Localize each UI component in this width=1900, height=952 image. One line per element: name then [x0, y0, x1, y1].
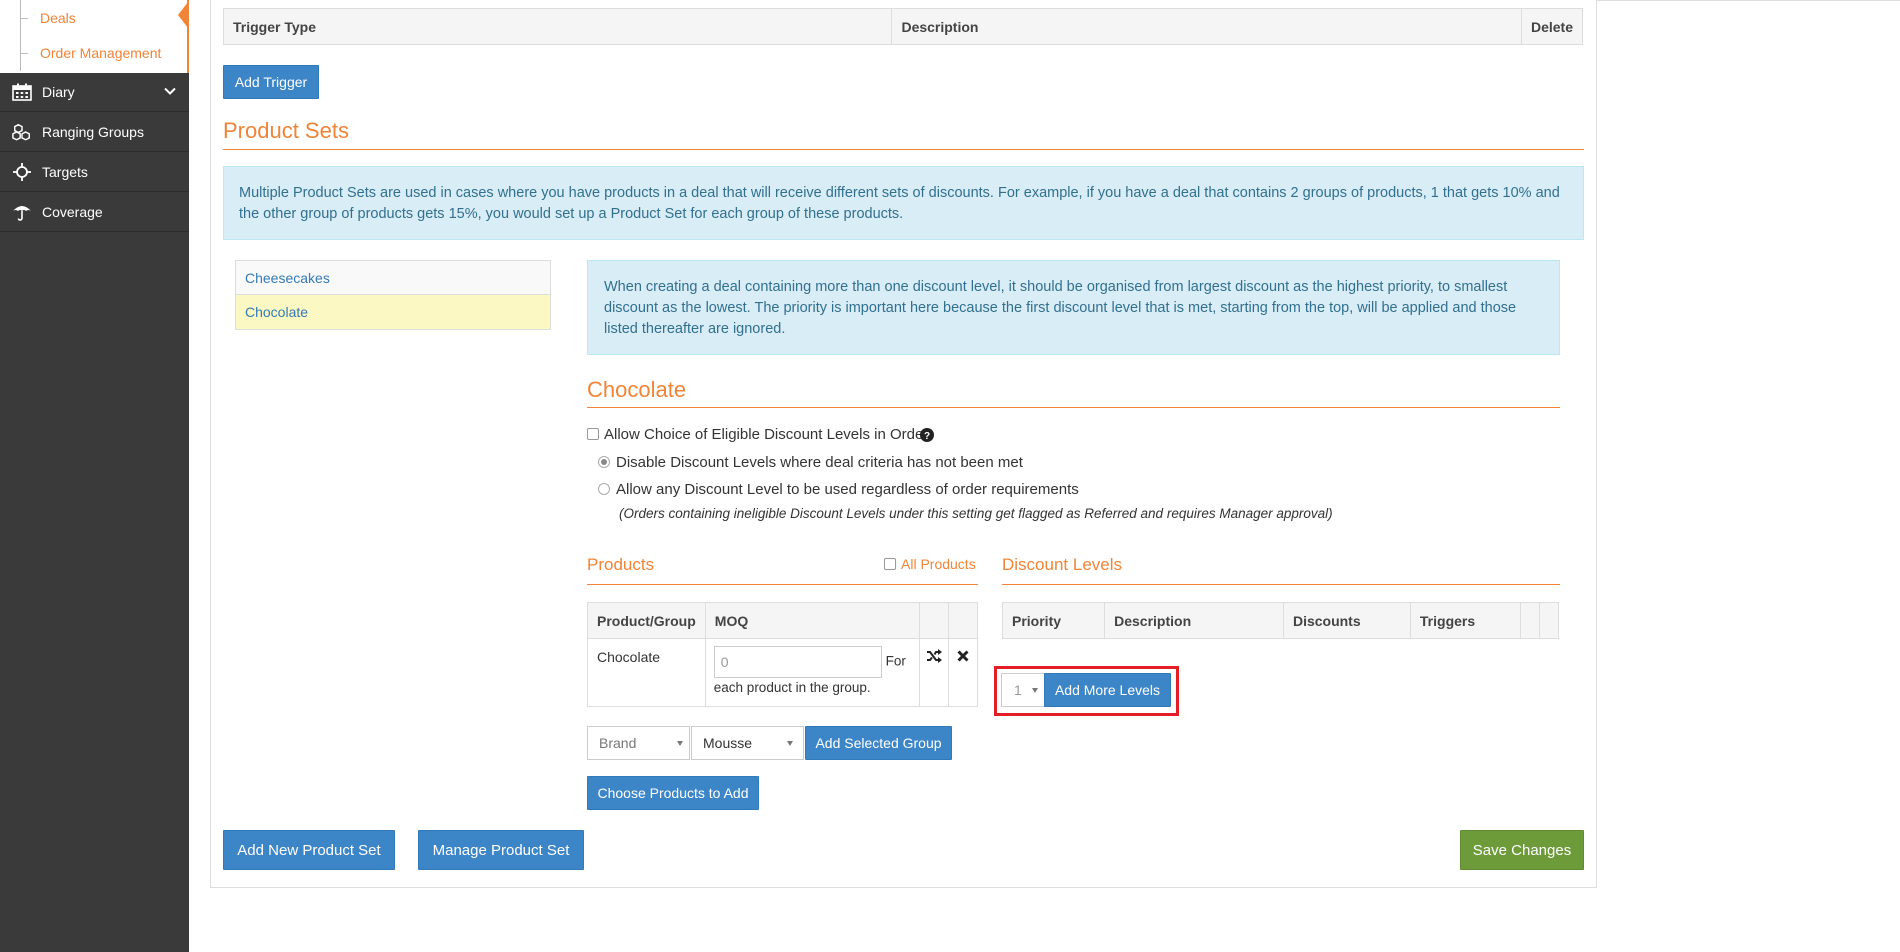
radio-allow-any-level[interactable]	[598, 483, 610, 495]
sidebar-item-label: Targets	[42, 164, 88, 180]
remove-cell	[947, 638, 979, 707]
moq-note: each product in the group.	[713, 680, 871, 695]
calendar-icon	[12, 83, 32, 101]
column-header: Description	[1104, 602, 1284, 639]
dropdown-caret-icon	[787, 741, 793, 746]
all-products-checkbox[interactable]	[884, 558, 896, 570]
sidebar-item-ranging-groups[interactable]: Ranging Groups	[0, 112, 189, 152]
moq-suffix: For	[885, 653, 906, 669]
sidebar-subitem-order-management[interactable]: Order Management	[0, 35, 187, 71]
group-type-select[interactable]: Brand	[587, 726, 690, 760]
tree-line	[20, 0, 30, 36]
crosshair-icon	[13, 163, 31, 181]
cubes-icon	[12, 123, 30, 141]
sidebar-item-label: Diary	[42, 84, 75, 100]
column-header	[947, 602, 979, 639]
column-header: Delete	[1520, 8, 1584, 45]
column-header: Product/Group	[587, 602, 706, 639]
sidebar-item-targets[interactable]: Targets	[0, 152, 189, 192]
sidebar-subitem-deals[interactable]: Deals	[0, 0, 187, 36]
section-title-product-sets: Product Sets	[223, 118, 349, 143]
discount-priority-info: When creating a deal containing more tha…	[587, 260, 1560, 355]
products-table: Product/Group MOQ Chocolate For each pro…	[587, 602, 979, 707]
column-header: Discounts	[1282, 602, 1411, 639]
allow-choice-label: Allow Choice of Eligible Discount Levels…	[604, 426, 929, 443]
sidebar-item-label: Coverage	[42, 204, 103, 220]
sidebar-item-label: Ranging Groups	[42, 124, 144, 140]
group-value-select[interactable]: Mousse	[691, 726, 804, 760]
list-item-chocolate[interactable]: Chocolate	[235, 295, 551, 330]
manage-product-set-button[interactable]: Manage Product Set	[418, 830, 584, 870]
group-value-value: Mousse	[703, 735, 753, 751]
dropdown-caret-icon	[677, 741, 683, 746]
sidebar-submenu: Deals Order Management	[0, 0, 189, 73]
allow-choice-checkbox[interactable]	[587, 428, 599, 440]
moq-cell: For each product in the group.	[704, 638, 920, 707]
choose-products-button[interactable]: Choose Products to Add	[587, 776, 759, 810]
group-type-value: Brand	[599, 735, 637, 751]
radio-disable-levels[interactable]	[598, 456, 610, 468]
product-set-list: Cheesecakes Chocolate	[235, 260, 551, 330]
section-divider	[1002, 584, 1560, 585]
help-icon[interactable]: ?	[920, 428, 934, 442]
column-header: Triggers	[1409, 602, 1521, 639]
all-products-label: All Products	[901, 556, 976, 572]
referral-note: (Orders containing ineligible Discount L…	[619, 506, 1333, 521]
chevron-down-icon	[164, 87, 176, 95]
section-divider	[587, 584, 978, 585]
sidebar-subitem-label: Order Management	[40, 45, 162, 61]
triggers-table: Trigger Type Description Delete	[222, 8, 1584, 45]
sidebar-subitem-label: Deals	[40, 10, 76, 26]
add-new-product-set-button[interactable]: Add New Product Set	[223, 830, 395, 870]
section-divider	[587, 407, 1560, 408]
sidebar: Deals Order Management Diary Ranging Gro	[0, 0, 189, 952]
annotation-highlight-box	[994, 666, 1179, 716]
page-top-border	[1597, 0, 1900, 1]
product-name-cell: Chocolate	[587, 638, 706, 707]
add-selected-group-button[interactable]: Add Selected Group	[805, 726, 952, 760]
column-header	[1519, 602, 1540, 639]
discount-levels-title: Discount Levels	[1002, 555, 1123, 574]
column-header: Trigger Type	[222, 8, 893, 45]
moq-input[interactable]	[713, 646, 882, 678]
tree-line	[20, 35, 30, 71]
list-item-cheesecakes[interactable]: Cheesecakes	[235, 260, 551, 295]
table-header-row: Product/Group MOQ	[587, 602, 979, 639]
table-header-row: Trigger Type Description Delete	[222, 8, 1584, 45]
product-set-title: Chocolate	[587, 377, 687, 402]
radio-disable-levels-label: Disable Discount Levels where deal crite…	[616, 454, 1023, 471]
add-trigger-button[interactable]: Add Trigger	[223, 65, 319, 99]
section-divider	[223, 149, 1584, 150]
column-header	[918, 602, 949, 639]
table-row: Chocolate For each product in the group.	[587, 638, 979, 707]
product-sets-info: Multiple Product Sets are used in cases …	[223, 166, 1584, 240]
close-icon[interactable]	[957, 650, 969, 662]
products-title: Products	[587, 555, 655, 574]
active-indicator	[178, 2, 188, 28]
column-header: Priority	[1001, 602, 1106, 639]
discount-levels-table: Priority Description Discounts Triggers	[1001, 602, 1560, 639]
sidebar-item-coverage[interactable]: Coverage	[0, 192, 189, 232]
svg-text:?: ?	[924, 431, 930, 442]
save-changes-button[interactable]: Save Changes	[1460, 830, 1584, 870]
radio-allow-any-level-label: Allow any Discount Level to be used rega…	[616, 481, 1079, 498]
shuffle-icon[interactable]	[926, 649, 942, 663]
sidebar-item-diary[interactable]: Diary	[0, 72, 189, 112]
column-header	[1538, 602, 1560, 639]
umbrella-icon	[13, 206, 31, 221]
column-header: Description	[891, 8, 1522, 45]
column-header: MOQ	[704, 602, 920, 639]
table-header-row: Priority Description Discounts Triggers	[1001, 602, 1560, 639]
shuffle-cell	[918, 638, 949, 707]
